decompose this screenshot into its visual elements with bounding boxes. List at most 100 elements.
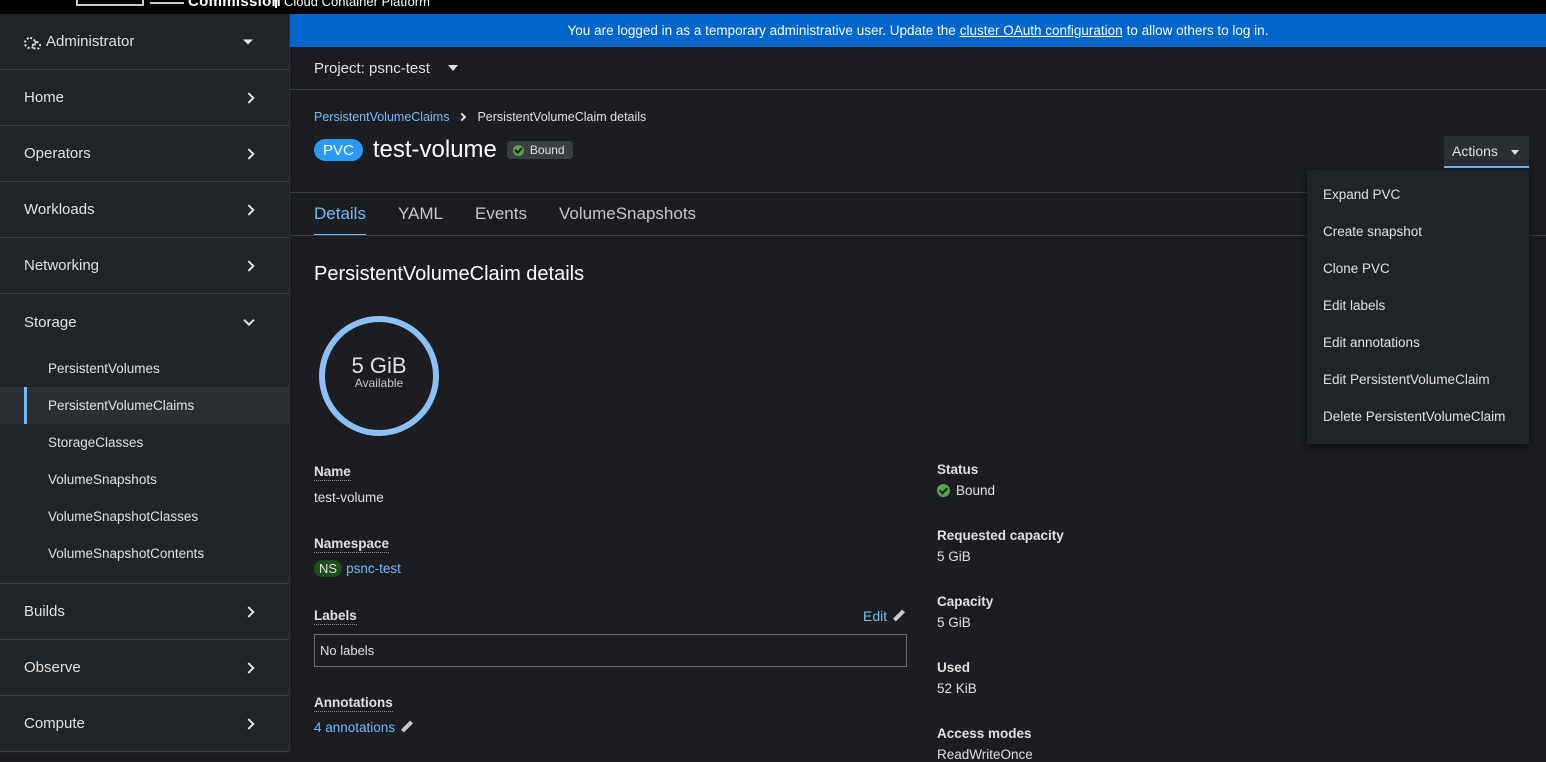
menu-item-expand-pvc[interactable]: Expand PVC bbox=[1307, 176, 1529, 213]
name-label: Name bbox=[314, 464, 351, 481]
sidebar-section-label: Storage bbox=[24, 313, 77, 331]
project-selector[interactable]: Project: psnc-test bbox=[290, 47, 1546, 90]
used-label: Used bbox=[937, 660, 971, 675]
tab-yaml[interactable]: YAML bbox=[398, 194, 443, 236]
chevron-down-icon bbox=[243, 314, 255, 327]
labels-label: Labels bbox=[314, 608, 357, 625]
sidebar-section-label: Builds bbox=[24, 603, 65, 620]
sidebar-section-label: Workloads bbox=[24, 201, 95, 218]
actions-button[interactable]: Actions bbox=[1444, 136, 1529, 168]
tab-volumesnapshots[interactable]: VolumeSnapshots bbox=[559, 194, 696, 236]
cogs-icon bbox=[24, 36, 41, 50]
breadcrumb: PersistentVolumeClaims PersistentVolumeC… bbox=[314, 110, 646, 124]
tab-bar: Details YAML Events VolumeSnapshots bbox=[314, 194, 728, 236]
chevron-right-icon bbox=[243, 203, 255, 216]
section-title: PersistentVolumeClaim details bbox=[314, 263, 585, 285]
caret-down-icon bbox=[1511, 150, 1519, 155]
actions-dropdown-menu: Expand PVC Create snapshot Clone PVC Edi… bbox=[1307, 170, 1529, 444]
brand-name: Commission bbox=[188, 0, 282, 10]
annotations-link[interactable]: 4 annotations bbox=[314, 720, 395, 735]
logo-mark-icon bbox=[150, 0, 184, 4]
masthead-divider bbox=[275, 0, 277, 8]
labels-box: No labels bbox=[314, 634, 907, 667]
sidebar-item-storageclasses[interactable]: StorageClasses bbox=[0, 424, 289, 461]
donut-label: Available bbox=[354, 376, 404, 390]
breadcrumb-current: PersistentVolumeClaim details bbox=[477, 110, 647, 124]
menu-item-delete-pvc[interactable]: Delete PersistentVolumeClaim bbox=[1307, 398, 1529, 435]
sidebar-section-observe[interactable]: Observe bbox=[0, 640, 289, 696]
menu-item-create-snapshot[interactable]: Create snapshot bbox=[1307, 213, 1529, 250]
pencil-icon bbox=[892, 610, 905, 623]
caret-down-icon bbox=[243, 39, 253, 44]
requested-capacity-value: 5 GiB bbox=[937, 549, 971, 564]
actions-label: Actions bbox=[1452, 143, 1498, 159]
sidebar-section-home[interactable]: Home bbox=[0, 70, 289, 126]
edit-labels-link[interactable]: Edit bbox=[863, 608, 905, 624]
perspective-switcher[interactable]: Administrator bbox=[0, 14, 289, 70]
capacity-label: Capacity bbox=[937, 594, 994, 609]
sidebar-section-label: Compute bbox=[24, 715, 85, 732]
masthead-subtitle: Cloud Container Platform bbox=[284, 0, 430, 9]
project-label: Project: psnc-test bbox=[314, 59, 430, 77]
breadcrumb-parent-link[interactable]: PersistentVolumeClaims bbox=[314, 110, 449, 124]
sidebar-storage-group: Storage PersistentVolumes PersistentVolu… bbox=[0, 294, 289, 584]
divider bbox=[290, 192, 1307, 193]
status-value: Bound bbox=[937, 483, 995, 498]
sidebar: Administrator Home Operators Workloads N… bbox=[0, 14, 290, 753]
sidebar-section-builds[interactable]: Builds bbox=[0, 584, 289, 640]
sidebar-item-volumesnapshotcontents[interactable]: VolumeSnapshotContents bbox=[0, 535, 289, 572]
chevron-right-icon bbox=[243, 147, 255, 160]
requested-capacity-label: Requested capacity bbox=[937, 528, 1064, 543]
annotations-label: Annotations bbox=[314, 695, 393, 712]
sidebar-section-label: Home bbox=[24, 89, 65, 106]
pencil-icon[interactable] bbox=[400, 721, 413, 734]
edit-labels-label: Edit bbox=[863, 608, 888, 624]
masthead: Commission Cloud Container Platform bbox=[0, 0, 1546, 14]
cluster-oauth-link[interactable]: cluster OAuth configuration bbox=[960, 23, 1123, 38]
name-value: test-volume bbox=[314, 490, 384, 505]
sidebar-section-label: Networking bbox=[24, 257, 100, 274]
sidebar-section-networking[interactable]: Networking bbox=[0, 238, 289, 294]
namespace-link[interactable]: psnc-test bbox=[346, 561, 401, 576]
menu-item-edit-pvc[interactable]: Edit PersistentVolumeClaim bbox=[1307, 361, 1529, 398]
status-badge-label: Bound bbox=[529, 143, 565, 157]
status-badge: Bound bbox=[506, 141, 573, 159]
caret-down-icon bbox=[447, 65, 458, 71]
sidebar-section-label: Operators bbox=[24, 145, 91, 162]
sidebar-item-persistentvolumeclaims[interactable]: PersistentVolumeClaims bbox=[0, 387, 289, 424]
sidebar-section-operators[interactable]: Operators bbox=[0, 126, 289, 182]
chevron-right-icon bbox=[243, 259, 255, 272]
status-value-text: Bound bbox=[956, 483, 996, 498]
capacity-value: 5 GiB bbox=[937, 615, 971, 630]
tab-events[interactable]: Events bbox=[475, 194, 527, 236]
chevron-right-icon bbox=[243, 717, 255, 730]
banner-text-before: You are logged in as a temporary adminis… bbox=[567, 23, 956, 38]
sidebar-item-persistentvolumes[interactable]: PersistentVolumes bbox=[0, 350, 289, 387]
annotations-value: 4 annotations bbox=[314, 720, 413, 735]
sidebar-section-workloads[interactable]: Workloads bbox=[0, 182, 289, 238]
page-header: PVC test-volume Bound bbox=[314, 136, 573, 164]
perspective-label: Administrator bbox=[46, 33, 135, 50]
logo-icon bbox=[76, 0, 144, 6]
tab-details[interactable]: Details bbox=[314, 194, 366, 236]
temporary-admin-banner: You are logged in as a temporary adminis… bbox=[290, 14, 1546, 47]
banner-text-after: to allow others to log in. bbox=[1126, 23, 1269, 38]
namespace-value: NS psnc-test bbox=[314, 560, 401, 577]
menu-item-clone-pvc[interactable]: Clone PVC bbox=[1307, 250, 1529, 287]
chevron-right-icon bbox=[243, 605, 255, 618]
used-value: 52 KiB bbox=[937, 681, 977, 696]
status-label: Status bbox=[937, 462, 979, 477]
check-circle-icon bbox=[512, 144, 524, 156]
chevron-right-icon bbox=[458, 112, 467, 122]
namespace-label: Namespace bbox=[314, 536, 390, 553]
chevron-right-icon bbox=[243, 91, 255, 104]
sidebar-item-volumesnapshots[interactable]: VolumeSnapshots bbox=[0, 461, 289, 498]
resource-badge: PVC bbox=[314, 139, 363, 161]
check-circle-icon bbox=[937, 484, 950, 497]
sidebar-item-volumesnapshotclasses[interactable]: VolumeSnapshotClasses bbox=[0, 498, 289, 535]
sidebar-section-compute[interactable]: Compute bbox=[0, 696, 289, 752]
sidebar-section-storage[interactable]: Storage bbox=[0, 294, 289, 350]
menu-item-edit-labels[interactable]: Edit labels bbox=[1307, 287, 1529, 324]
menu-item-edit-annotations[interactable]: Edit annotations bbox=[1307, 324, 1529, 361]
sidebar-section-label: Observe bbox=[24, 659, 81, 676]
